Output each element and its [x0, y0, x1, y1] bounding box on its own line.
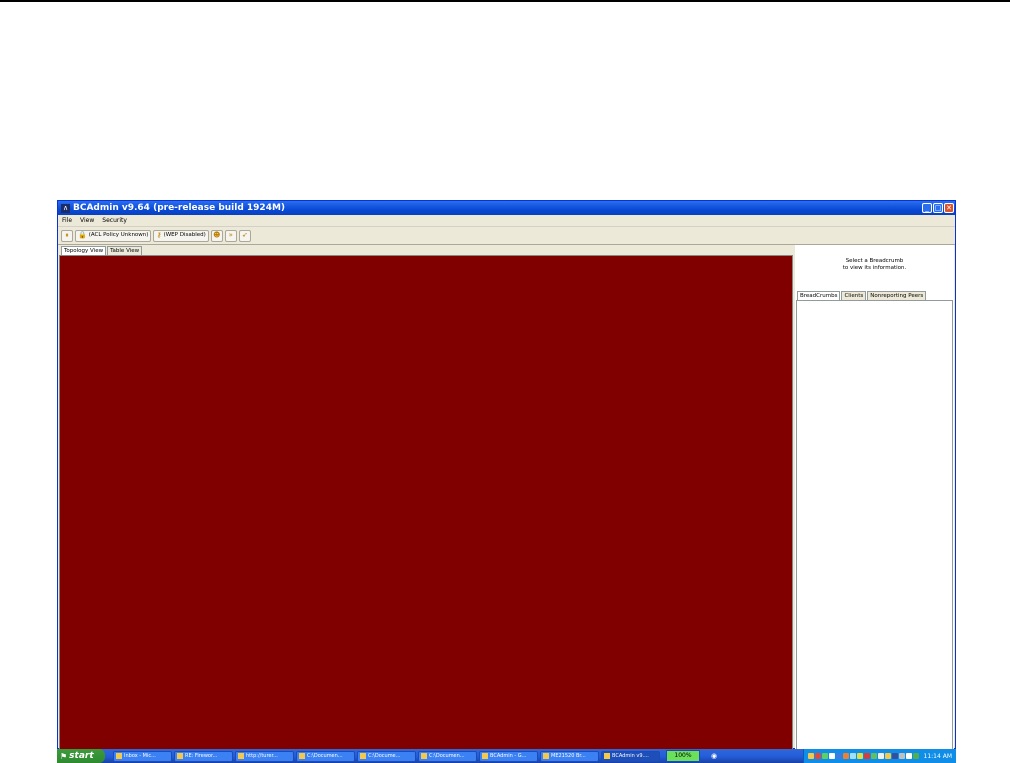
topology-canvas[interactable]	[59, 255, 793, 750]
wep-button[interactable]: ⚷ (WEP Disabled)	[153, 229, 209, 242]
breadcrumbs-list[interactable]	[796, 300, 953, 750]
tab-table-view[interactable]: Table View	[107, 246, 143, 255]
app-icon	[177, 753, 183, 759]
double-arrow-icon: »	[228, 231, 233, 239]
tray-icon[interactable]	[807, 753, 814, 759]
task-label: C:\Docume...	[368, 753, 401, 759]
pause-button[interactable]: ⏸	[61, 229, 73, 242]
menu-bar: File View Security	[58, 215, 955, 227]
folder-icon	[299, 753, 305, 759]
folder-icon	[421, 753, 427, 759]
task-button[interactable]: BCAdmin - G...	[479, 750, 538, 762]
app-icon	[543, 753, 549, 759]
zoom-indicator[interactable]: 100%	[666, 750, 700, 762]
app-icon	[116, 753, 122, 759]
eye-icon[interactable]: ◉	[706, 752, 722, 760]
rocket-button[interactable]: ➶	[238, 229, 251, 242]
task-label: http://turer...	[246, 753, 278, 759]
window-title: BCAdmin v9.64 (pre-release build 1924M)	[73, 203, 286, 213]
maximize-icon[interactable]: □	[933, 203, 943, 213]
tray-icon[interactable]	[828, 753, 835, 759]
right-tabs: BreadCrumbs Clients Nonreporting Peers	[797, 291, 927, 300]
task-list: Inbox - Mic... RE: Firewor... http://tur…	[113, 750, 660, 762]
task-label: C:\Documen...	[429, 753, 465, 759]
task-button[interactable]: C:\Documen...	[296, 750, 355, 762]
task-label: BCAdmin v9....	[612, 753, 649, 759]
tray-icon[interactable]	[891, 753, 898, 759]
app-icon: ∧	[61, 203, 70, 213]
toolbar: ⏸ 🔒 (ACL Policy Unknown) ⚷ (WEP Disabled…	[58, 227, 955, 245]
tab-breadcrumbs[interactable]: BreadCrumbs	[797, 291, 841, 300]
windows-flag-icon: ⚑	[60, 751, 68, 761]
wep-label: (WEP Disabled)	[163, 232, 206, 238]
task-button[interactable]: Inbox - Mic...	[113, 750, 172, 762]
title-bar[interactable]: ∧ BCAdmin v9.64 (pre-release build 1924M…	[58, 201, 955, 215]
main-area: Topology View Table View Select a Breadc…	[58, 245, 955, 750]
tray-icon[interactable]	[856, 753, 863, 759]
top-rule	[0, 0, 1010, 2]
tray-icon[interactable]	[884, 753, 891, 759]
close-icon[interactable]: ✕	[944, 203, 954, 213]
system-tray: 11:14 AM	[802, 749, 956, 763]
task-label: BCAdmin - G...	[490, 753, 527, 759]
acl-policy-button[interactable]: 🔒 (ACL Policy Unknown)	[75, 229, 152, 242]
task-button[interactable]: RE: Firewor...	[174, 750, 233, 762]
task-button[interactable]: BCAdmin v9....	[601, 750, 660, 762]
info-line-2: to view its information.	[842, 265, 907, 271]
acl-policy-label: (ACL Policy Unknown)	[88, 232, 149, 238]
tray-icon[interactable]	[842, 753, 849, 759]
tray-icon[interactable]	[870, 753, 877, 759]
task-label: Inbox - Mic...	[124, 753, 156, 759]
menu-file[interactable]: File	[62, 217, 72, 224]
tray-icon[interactable]	[863, 753, 870, 759]
tray-icon[interactable]	[821, 753, 828, 759]
rocket-icon: ➶	[241, 231, 248, 239]
tray-icon[interactable]	[905, 753, 912, 759]
app-icon	[238, 753, 244, 759]
tray-icon[interactable]	[835, 753, 842, 759]
start-button[interactable]: ⚑ start	[57, 749, 105, 763]
taskbar: ⚑ start Inbox - Mic... RE: Firewor... ht…	[57, 749, 956, 763]
tab-topology-view[interactable]: Topology View	[61, 246, 107, 255]
left-pane: Topology View Table View	[58, 245, 794, 750]
tray-icon[interactable]	[877, 753, 884, 759]
view-tabs: Topology View Table View	[58, 245, 794, 255]
app-icon	[482, 753, 488, 759]
forward-button[interactable]: »	[224, 229, 237, 242]
breadcrumb-info: Select a Breadcrumb to view its informat…	[795, 258, 954, 272]
task-button[interactable]: ME21520 Br...	[540, 750, 599, 762]
tray-icon[interactable]	[912, 753, 919, 759]
start-label: start	[69, 751, 94, 761]
window-controls: _ □ ✕	[922, 203, 955, 213]
tray-icon[interactable]	[849, 753, 856, 759]
menu-security[interactable]: Security	[102, 217, 127, 224]
task-label: C:\Documen...	[307, 753, 343, 759]
tab-nonreporting-peers[interactable]: Nonreporting Peers	[867, 291, 927, 300]
right-pane: Select a Breadcrumb to view its informat…	[795, 245, 954, 750]
folder-icon	[360, 753, 366, 759]
task-button[interactable]: C:\Docume...	[357, 750, 416, 762]
app-window: ∧ BCAdmin v9.64 (pre-release build 1924M…	[57, 200, 956, 750]
task-button[interactable]: http://turer...	[235, 750, 294, 762]
minimize-icon[interactable]: _	[922, 203, 932, 213]
info-line-1: Select a Breadcrumb	[845, 258, 904, 264]
tray-icon[interactable]	[898, 753, 905, 759]
tray-icon[interactable]	[814, 753, 821, 759]
task-label: RE: Firewor...	[185, 753, 218, 759]
key-icon: ⚷	[156, 231, 162, 239]
task-label: ME21520 Br...	[551, 753, 586, 759]
user-icon: ☻	[213, 231, 221, 239]
task-button[interactable]: C:\Documen...	[418, 750, 477, 762]
clock: 11:14 AM	[923, 752, 952, 760]
lock-icon: 🔒	[78, 231, 87, 239]
app-icon	[604, 753, 610, 759]
tab-clients[interactable]: Clients	[841, 291, 867, 300]
pause-icon: ⏸	[65, 231, 69, 239]
menu-view[interactable]: View	[80, 217, 94, 224]
user-button[interactable]: ☻	[210, 229, 223, 242]
